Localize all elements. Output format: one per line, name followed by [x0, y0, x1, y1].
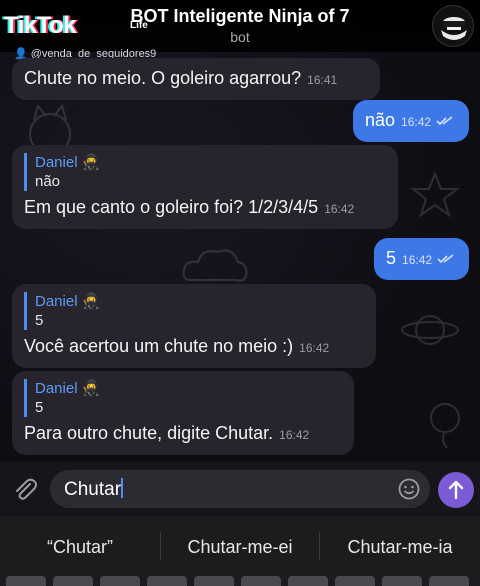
keyboard-key[interactable]: [241, 576, 281, 586]
reply-text: 5: [35, 399, 44, 416]
keyboard-key[interactable]: [382, 576, 422, 586]
message-bubble-incoming[interactable]: Daniel 🥷 não Em que canto o goleiro foi?…: [12, 145, 398, 229]
message-input[interactable]: Chutar: [50, 470, 430, 508]
tiktok-logo: TikTok: [4, 12, 77, 39]
reply-quote[interactable]: Daniel 🥷 5: [24, 379, 342, 417]
keyboard-key[interactable]: [335, 576, 375, 586]
message-bubble-incoming[interactable]: Daniel 🥷 5 Você acertou um chute no meio…: [12, 284, 376, 368]
tiktok-life-label: Life: [130, 20, 148, 31]
message-bubble-outgoing[interactable]: 5 16:42: [374, 238, 469, 280]
reply-author: Daniel 🥷: [35, 154, 101, 171]
reply-text: não: [35, 173, 61, 190]
doodle-planet-icon: [401, 315, 459, 345]
doodle-balloon-icon: [430, 403, 460, 449]
keyboard-keys-row: [0, 576, 480, 586]
message-bubble-outgoing[interactable]: não 16:42: [353, 100, 469, 142]
message-text: Para outro chute, digite Chutar.: [24, 423, 274, 443]
doodle-star-icon: [410, 171, 460, 218]
message-text: 5: [386, 248, 397, 268]
reply-author: Daniel 🥷: [35, 380, 101, 397]
message-time: 16:42: [324, 202, 355, 216]
message-time: 16:42: [299, 341, 330, 355]
keyboard-key[interactable]: [194, 576, 234, 586]
message-text: Chute no meio. O goleiro agarrou?: [24, 68, 302, 88]
ninja-avatar-icon[interactable]: [432, 5, 474, 47]
message-text: não: [365, 110, 396, 130]
ninja-emoji-icon: 🥷: [81, 380, 101, 397]
ninja-emoji-icon: 🥷: [81, 154, 101, 171]
message-bubble-incoming[interactable]: Daniel 🥷 5 Para outro chute, digite Chut…: [12, 371, 354, 455]
doodle-cloud-icon: [182, 249, 248, 282]
keyboard-key[interactable]: [288, 576, 328, 586]
message-bubble-incoming[interactable]: Chute no meio. O goleiro agarrou? 16:41: [12, 58, 380, 100]
reply-quote[interactable]: Daniel 🥷 não: [24, 153, 386, 191]
message-time: 16:42: [402, 253, 433, 267]
composer-bar: Chutar: [0, 462, 480, 516]
text-caret: [121, 478, 124, 498]
keyboard-suggestions: “Chutar” Chutar-me-ei Chutar-me-ia: [0, 516, 480, 576]
send-button[interactable]: [438, 472, 474, 508]
message-time: 16:41: [307, 73, 338, 87]
keyboard-key[interactable]: [147, 576, 187, 586]
suggestion-item[interactable]: “Chutar”: [0, 537, 160, 558]
double-check-icon: [437, 254, 454, 264]
reply-quote[interactable]: Daniel 🥷 5: [24, 292, 364, 330]
keyboard-key[interactable]: [429, 576, 469, 586]
bot-status: bot: [230, 29, 250, 45]
suggestion-item[interactable]: Chutar-me-ia: [320, 537, 480, 558]
reply-author: Daniel 🥷: [35, 293, 101, 310]
paperclip-icon[interactable]: [10, 475, 38, 503]
send-arrow-icon: [448, 480, 464, 500]
suggestion-item[interactable]: Chutar-me-ei: [161, 537, 319, 558]
message-input-text[interactable]: Chutar: [64, 478, 124, 501]
keyboard-key[interactable]: [100, 576, 140, 586]
emoji-icon[interactable]: [398, 478, 420, 500]
reply-text: 5: [35, 312, 44, 329]
keyboard-key[interactable]: [6, 576, 46, 586]
message-time: 16:42: [279, 428, 310, 442]
message-text: Em que canto o goleiro foi? 1/2/3/4/5: [24, 197, 319, 217]
message-text: Você acertou um chute no meio :): [24, 336, 294, 356]
keyboard-key[interactable]: [53, 576, 93, 586]
message-time: 16:42: [401, 115, 432, 129]
double-check-icon: [436, 116, 453, 126]
ninja-emoji-icon: 🥷: [81, 293, 101, 310]
